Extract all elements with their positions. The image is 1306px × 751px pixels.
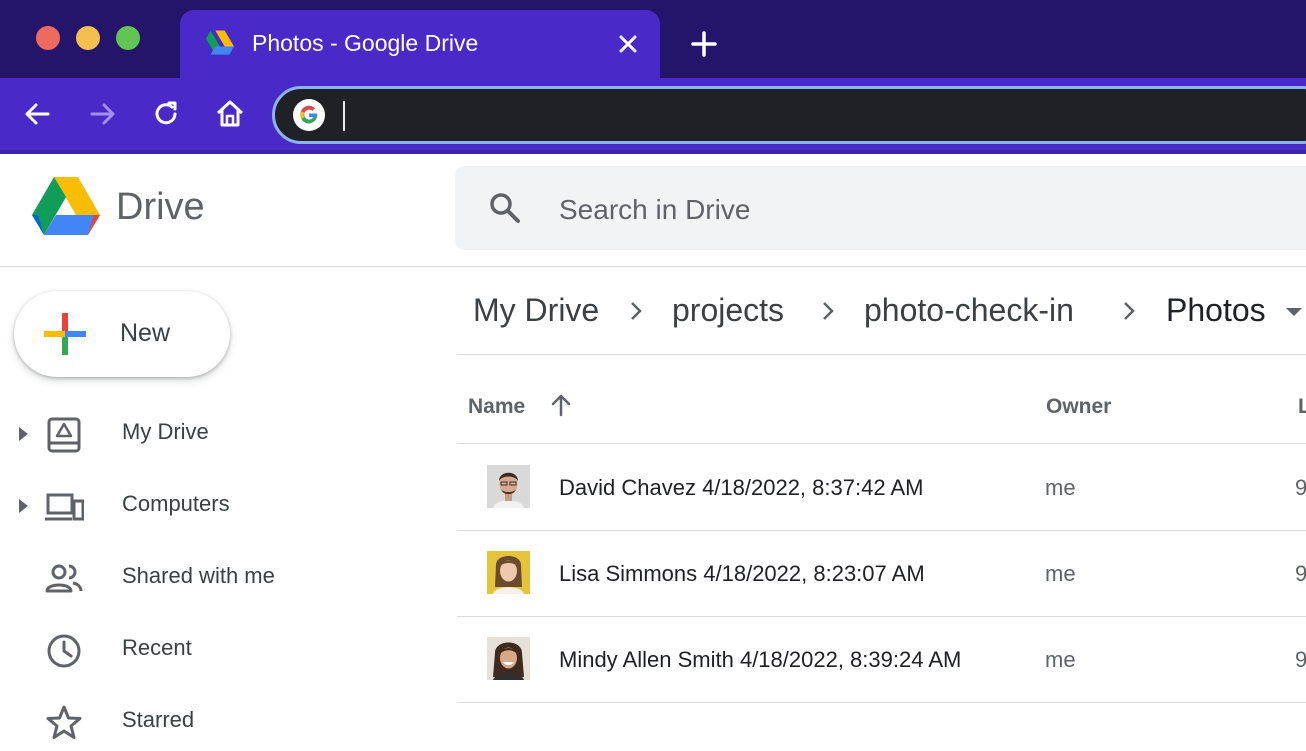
column-owner[interactable]: Owner xyxy=(1046,395,1111,419)
close-window-button[interactable] xyxy=(36,26,60,50)
file-last-modified: 9 xyxy=(1295,561,1306,586)
text-caret xyxy=(343,101,345,131)
breadcrumb-item[interactable]: My Drive xyxy=(473,292,599,329)
clock-icon xyxy=(47,634,81,668)
chevron-right-icon xyxy=(823,302,834,320)
sidebar-item-label: Recent xyxy=(122,635,192,660)
forward-arrow-icon[interactable] xyxy=(84,96,120,132)
caret-down-icon[interactable] xyxy=(1285,306,1303,318)
file-name: Lisa Simmons 4/18/2022, 8:23:07 AM xyxy=(559,561,925,586)
file-row[interactable]: Lisa Simmons 4/18/2022, 8:23:07 AM me 9 xyxy=(457,530,1306,617)
file-row[interactable]: Mindy Allen Smith 4/18/2022, 8:39:24 AM … xyxy=(457,616,1306,703)
sidebar-item-my-drive[interactable]: My Drive xyxy=(0,403,440,463)
minimize-window-button[interactable] xyxy=(76,26,100,50)
drive-logo-icon[interactable] xyxy=(32,176,100,236)
photo-thumbnail xyxy=(487,551,530,594)
search-bar[interactable] xyxy=(455,166,1306,250)
sidebar-item-starred[interactable]: Starred xyxy=(0,691,440,751)
sidebar-item-shared-with-me[interactable]: Shared with me xyxy=(0,547,440,607)
search-input[interactable] xyxy=(557,190,1161,230)
file-name: David Chavez 4/18/2022, 8:37:42 AM xyxy=(559,475,924,500)
breadcrumb-item[interactable]: projects xyxy=(672,292,784,329)
browser-toolbar xyxy=(0,78,1306,150)
new-tab-icon[interactable] xyxy=(690,30,718,58)
my-drive-icon xyxy=(47,417,81,453)
address-bar[interactable] xyxy=(272,86,1306,144)
file-owner: me xyxy=(1045,561,1076,586)
breadcrumb-current[interactable]: Photos xyxy=(1166,292,1266,329)
sort-ascending-icon[interactable] xyxy=(547,391,575,419)
new-button[interactable]: New xyxy=(14,291,230,377)
sidebar-item-label: Computers xyxy=(122,491,230,516)
plus-icon xyxy=(44,313,86,355)
column-name[interactable]: Name xyxy=(468,395,525,419)
browser-titlebar: Photos - Google Drive xyxy=(0,0,1306,78)
sidebar-item-label: Starred xyxy=(122,707,195,732)
breadcrumb: My Drive projects photo-check-in Photos xyxy=(457,268,1306,355)
sidebar-item-recent[interactable]: Recent xyxy=(0,619,440,679)
star-icon xyxy=(46,705,82,739)
file-row[interactable]: David Chavez 4/18/2022, 8:37:42 AM me 9 xyxy=(457,444,1306,531)
sidebar-item-label: My Drive xyxy=(122,419,209,444)
back-arrow-icon[interactable] xyxy=(20,96,56,132)
file-owner: me xyxy=(1045,475,1076,500)
expand-arrow-icon[interactable] xyxy=(16,425,32,443)
sidebar-item-label: Shared with me xyxy=(122,563,275,588)
computers-icon xyxy=(45,493,84,521)
google-g-icon xyxy=(293,99,325,131)
drive-header: Drive xyxy=(0,154,1306,267)
file-last-modified: 9 xyxy=(1295,647,1306,672)
file-name: Mindy Allen Smith 4/18/2022, 8:39:24 AM xyxy=(559,647,962,672)
chevron-right-icon xyxy=(1124,302,1135,320)
people-icon xyxy=(45,564,83,593)
photo-thumbnail xyxy=(487,465,530,508)
file-owner: me xyxy=(1045,647,1076,672)
column-last-modified[interactable]: L xyxy=(1298,395,1306,419)
expand-arrow-icon[interactable] xyxy=(16,497,32,515)
sidebar-item-computers[interactable]: Computers xyxy=(0,475,440,535)
chevron-right-icon xyxy=(631,302,642,320)
drive-wordmark: Drive xyxy=(116,186,205,228)
reload-icon[interactable] xyxy=(148,96,184,132)
breadcrumb-item[interactable]: photo-check-in xyxy=(864,292,1074,329)
browser-tab-active[interactable]: Photos - Google Drive xyxy=(180,10,660,78)
file-last-modified: 9 xyxy=(1295,475,1306,500)
new-button-label: New xyxy=(120,319,171,347)
home-icon[interactable] xyxy=(212,96,248,132)
close-tab-icon[interactable] xyxy=(614,30,642,58)
file-list-header: Name Owner L xyxy=(457,355,1306,444)
search-icon[interactable] xyxy=(487,190,523,226)
photo-thumbnail xyxy=(487,637,530,680)
google-drive-favicon-icon xyxy=(206,30,234,55)
tab-title: Photos - Google Drive xyxy=(252,30,479,56)
maximize-window-button[interactable] xyxy=(116,26,140,50)
